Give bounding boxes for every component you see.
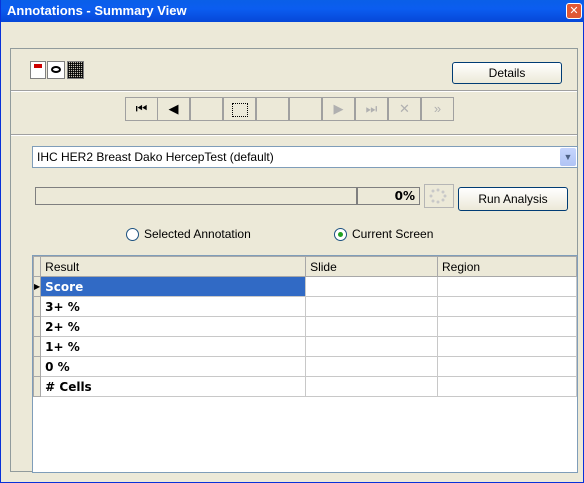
cell-slide[interactable] (305, 296, 439, 317)
cell-result[interactable]: 0 % (40, 356, 307, 377)
dots-icon (429, 188, 447, 204)
radio-circle[interactable] (334, 228, 347, 241)
algorithm-select-value: IHC HER2 Breast Dako HercepTest (default… (37, 150, 274, 164)
table-row[interactable]: 2+ % (33, 316, 577, 337)
first-icon: ⏮ (135, 101, 148, 116)
algorithm-select[interactable]: IHC HER2 Breast Dako HercepTest (default… (32, 146, 578, 168)
cell-slide[interactable] (305, 316, 439, 337)
delete-icon: ✕ (399, 101, 410, 116)
close-button[interactable]: ✕ (566, 3, 582, 19)
results-grid: Result Slide Region ▶ Score 3+ % 2+ % 1+ % 0 … (32, 255, 578, 473)
cell-slide[interactable] (305, 356, 439, 377)
table-row[interactable]: ▶ Score (33, 276, 577, 297)
chevron-down-icon[interactable]: ▼ (560, 148, 576, 166)
cell-result[interactable]: # Cells (40, 376, 307, 397)
window-title: Annotations - Summary View (7, 3, 187, 18)
next-button[interactable]: ▶ (322, 97, 355, 121)
nav-button[interactable] (190, 97, 223, 121)
table-row[interactable]: 0 % (33, 356, 577, 377)
cell-region[interactable] (437, 316, 577, 337)
select-rect-icon (231, 103, 248, 117)
divider (11, 134, 577, 136)
next-icon: ▶ (333, 101, 344, 116)
eye-icon (51, 66, 61, 73)
divider (11, 90, 577, 92)
grid-icon[interactable] (67, 61, 84, 79)
cell-result[interactable]: 1+ % (40, 336, 307, 357)
delete-button[interactable]: ✕ (388, 97, 421, 121)
cell-slide[interactable] (305, 336, 439, 357)
row-indicator[interactable]: ▶ (33, 276, 42, 297)
cell-region[interactable] (437, 356, 577, 377)
table-row[interactable]: # Cells (33, 376, 577, 397)
table-row[interactable]: 1+ % (33, 336, 577, 357)
cell-slide[interactable] (305, 276, 439, 297)
cell-region[interactable] (437, 336, 577, 357)
prev-button[interactable]: ◀ (157, 97, 190, 121)
row-indicator[interactable] (33, 316, 42, 337)
row-indicator[interactable] (33, 376, 42, 397)
progress-percent: 0% (357, 187, 420, 205)
prev-icon: ◀ (168, 101, 179, 116)
cell-region[interactable] (437, 296, 577, 317)
last-icon: ⏭ (365, 101, 378, 116)
cell-region[interactable] (437, 276, 577, 297)
save-icon[interactable] (30, 61, 46, 79)
details-button[interactable]: Details (452, 62, 562, 84)
cell-slide[interactable] (305, 376, 439, 397)
nav-button[interactable] (256, 97, 289, 121)
cell-result[interactable]: Score (40, 276, 307, 297)
nav-button[interactable] (289, 97, 322, 121)
column-header-slide[interactable]: Slide (305, 256, 439, 277)
column-header-result[interactable]: Result (40, 256, 307, 277)
row-indicator-header (33, 256, 42, 277)
cell-region[interactable] (437, 376, 577, 397)
column-header-region[interactable]: Region (437, 256, 577, 277)
grid-header-row: Result Slide Region (33, 256, 577, 277)
first-button[interactable]: ⏮ (125, 97, 158, 121)
eye-toggle-button[interactable] (47, 61, 65, 79)
row-indicator[interactable] (33, 336, 42, 357)
analysis-progress-bar (35, 187, 357, 205)
delete-all-icon: » (433, 101, 442, 116)
cell-result[interactable]: 3+ % (40, 296, 307, 317)
radio-label: Selected Annotation (144, 227, 251, 241)
delete-all-button[interactable]: » (421, 97, 454, 121)
row-indicator[interactable] (33, 296, 42, 317)
row-indicator[interactable] (33, 356, 42, 377)
radio-label: Current Screen (352, 227, 434, 241)
last-button[interactable]: ⏭ (355, 97, 388, 121)
cell-result[interactable]: 2+ % (40, 316, 307, 337)
title-bar[interactable]: Annotations - Summary View ✕ (1, 0, 584, 22)
table-row[interactable]: 3+ % (33, 296, 577, 317)
select-rect-button[interactable] (223, 97, 256, 121)
radio-circle[interactable] (126, 228, 139, 241)
dots-button[interactable] (424, 184, 454, 208)
run-analysis-button[interactable]: Run Analysis (458, 187, 568, 211)
